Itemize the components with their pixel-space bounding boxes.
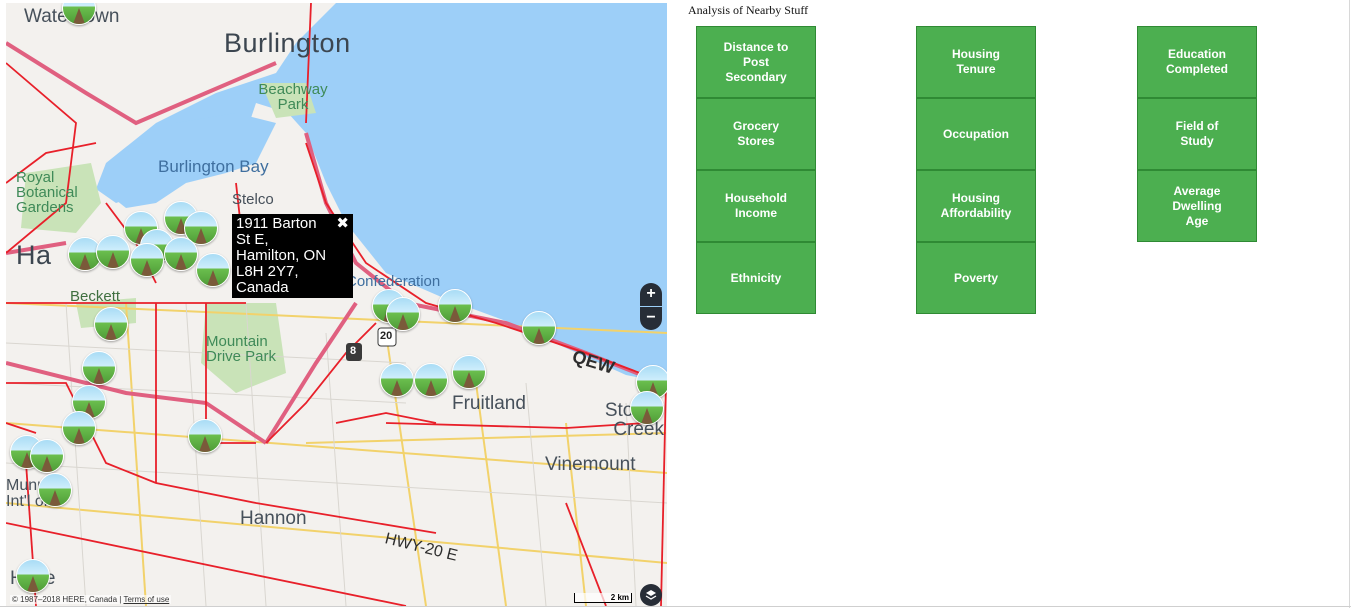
location-marker[interactable] [438, 289, 472, 323]
close-icon[interactable]: ✖ [336, 216, 349, 232]
map-label-fruitland: Fruitland [452, 393, 526, 414]
location-marker[interactable] [386, 297, 420, 331]
field-of-study-button[interactable]: Field of Study [1137, 98, 1257, 170]
map-label-hamilton: Ha [16, 240, 52, 270]
location-marker[interactable] [38, 473, 72, 507]
layers-button[interactable] [640, 584, 662, 606]
lake-water [96, 3, 667, 383]
map-scale-bar: 2 km [574, 593, 632, 603]
housing-tenure-button[interactable]: Housing Tenure [916, 26, 1036, 98]
location-marker[interactable] [188, 419, 222, 453]
ethnicity-button[interactable]: Ethnicity [696, 242, 816, 314]
education-completed-button[interactable]: Education Completed [1137, 26, 1257, 98]
popup-address: 1911 Barton St E, Hamilton, ON L8H 2Y7, … [236, 215, 327, 296]
household-income-button[interactable]: Household Income [696, 170, 816, 242]
location-marker[interactable] [30, 439, 64, 473]
route-shield-8: 8 [350, 345, 357, 357]
grocery-stores-button[interactable]: Grocery Stores [696, 98, 816, 170]
location-marker[interactable] [452, 355, 486, 389]
average-dwelling-age-button[interactable]: Average Dwelling Age [1137, 170, 1257, 242]
housing-affordability-button[interactable]: Housing Affordability [916, 170, 1036, 242]
occupation-button[interactable]: Occupation [916, 98, 1036, 170]
bottom-edge-line [0, 606, 1351, 607]
location-marker[interactable] [62, 411, 96, 445]
map-label-stelco: Stelco [232, 191, 274, 208]
right-edge-divider [1349, 0, 1350, 608]
location-marker[interactable] [414, 363, 448, 397]
panel-title: Analysis of Nearby Stuff [688, 3, 809, 17]
location-marker[interactable] [630, 391, 664, 425]
map-label-mountain-drive-park: Mountain Drive Park [206, 333, 277, 365]
zoom-in-button[interactable]: + [640, 283, 662, 306]
button-column-2: Housing Tenure Occupation Housing Afford… [916, 26, 1036, 314]
map-label-vinemount: Vinemount [545, 454, 636, 475]
location-marker[interactable] [380, 363, 414, 397]
poverty-button[interactable]: Poverty [916, 242, 1036, 314]
map-label-burlington: Burlington [224, 28, 351, 58]
location-marker[interactable] [196, 253, 230, 287]
layers-icon [645, 590, 657, 600]
location-marker[interactable] [164, 237, 198, 271]
address-popup: 1911 Barton St E, Hamilton, ON L8H 2Y7, … [232, 214, 353, 298]
map-label-burlington-bay: Burlington Bay [158, 157, 269, 176]
button-column-3: Education Completed Field of Study Avera… [1137, 26, 1257, 242]
location-marker[interactable] [130, 243, 164, 277]
map-view[interactable]: Burlington Waterdown Beachway Park Burli… [6, 3, 667, 606]
button-column-1: Distance to Post Secondary Grocery Store… [696, 26, 816, 314]
map-label-royal-botanical: Royal Botanical Gardens [16, 169, 78, 216]
location-marker[interactable] [16, 559, 50, 593]
map-label-confederation: Confederation [346, 273, 441, 290]
location-marker[interactable] [96, 235, 130, 269]
map-label-beckett: Beckett [70, 288, 121, 305]
terms-of-use-link[interactable]: Terms of use [123, 595, 169, 604]
map-label-beachway-park: Beachway Park [258, 81, 328, 113]
attribution-text: © 1987–2018 HERE, Canada | [12, 595, 124, 604]
location-marker[interactable] [522, 311, 556, 345]
map-label-hannon: Hannon [240, 508, 307, 529]
location-marker[interactable] [94, 307, 128, 341]
map-attribution: © 1987–2018 HERE, Canada | Terms of use [10, 595, 172, 604]
route-shield-20: 20 [380, 330, 393, 342]
location-marker[interactable] [82, 351, 116, 385]
distance-to-post-secondary-button[interactable]: Distance to Post Secondary [696, 26, 816, 98]
zoom-out-button[interactable]: − [640, 307, 662, 330]
